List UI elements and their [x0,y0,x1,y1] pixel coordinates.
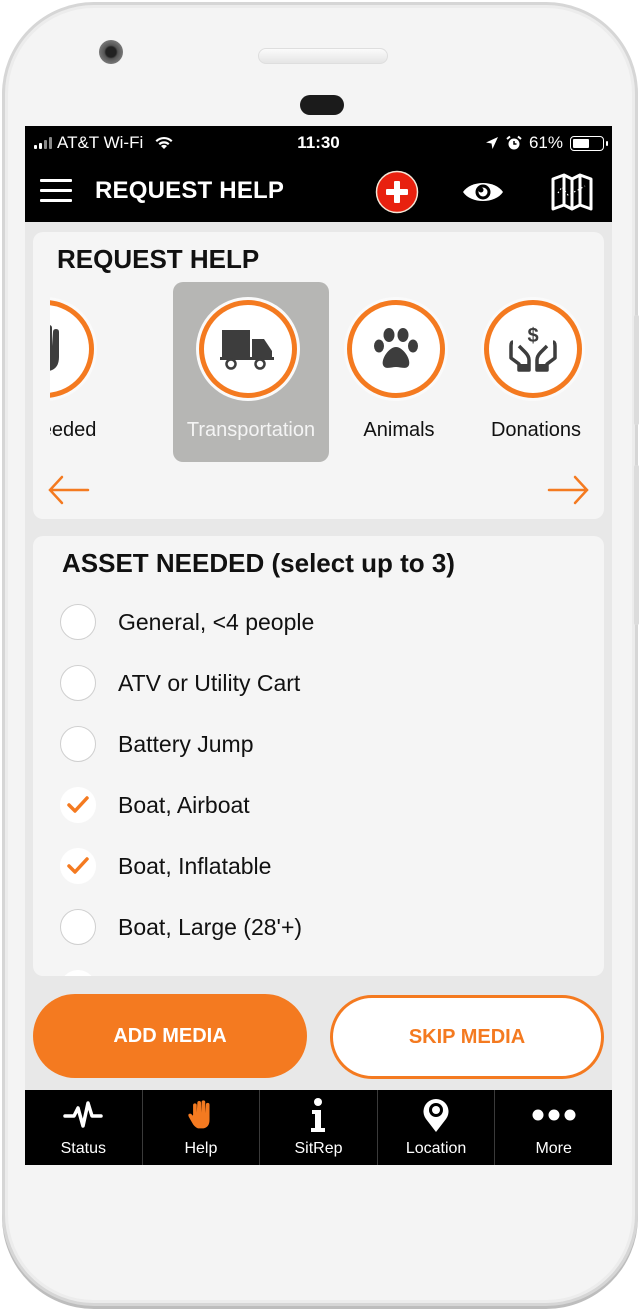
add-emergency-icon [375,170,419,214]
asset-option[interactable]: General, <4 people [60,598,580,648]
category-icon-circle [199,300,297,398]
tab-more[interactable]: More [495,1090,612,1165]
asset-option-label: Boat, Large (28'+) [118,914,303,940]
tab-label: More [535,1140,572,1157]
request-help-card: REQUEST HELP es Needed [33,232,604,519]
asset-option-label: ATV or Utility Cart [118,670,301,696]
asset-needed-heading: ASSET NEEDED (select up to 3) [62,548,455,578]
battery-percent: 61% [528,133,563,152]
arrow-right-icon [547,475,589,505]
asset-needed-card: ASSET NEEDED (select up to 3) General, <… [33,536,604,976]
side-button [634,465,639,625]
checkbox-unchecked[interactable] [60,604,96,640]
category-icon-circle [347,300,445,398]
proximity-sensor [300,95,344,115]
status-bar: AT&T Wi-Fi 11:30 61% [25,126,612,160]
nav-bar: REQUEST HELP [25,160,612,222]
category-icon-circle [50,300,94,398]
tab-label: Help [184,1140,218,1157]
skip-media-button[interactable]: SKIP MEDIA [330,995,604,1079]
eye-icon [463,183,503,201]
checkbox-unchecked[interactable] [60,665,96,701]
truck-icon [220,330,274,370]
arrow-left-icon [48,475,90,505]
asset-option[interactable]: ATV or Utility Cart [60,659,580,709]
category-label: es Needed [50,419,97,441]
category-label: Animals [363,419,435,441]
category-label: Donations [490,419,582,441]
checkbox-unchecked[interactable] [60,726,96,762]
category-animals[interactable]: Animals [321,282,477,462]
category-icon-circle: $ [484,300,582,398]
tab-label: SitRep [294,1140,343,1157]
asset-option-label: Battery Jump [118,731,254,757]
asset-option[interactable] [60,964,580,976]
tab-status[interactable]: Status [25,1090,143,1165]
checkmark-icon [67,857,89,874]
menu-icon[interactable] [40,179,72,203]
request-help-heading: REQUEST HELP [57,244,260,274]
category-transportation[interactable]: Transportation [173,282,329,462]
svg-text:$: $ [527,325,538,347]
checkmark-icon [67,796,89,813]
category-carousel[interactable]: es Needed Transportation [50,282,590,467]
alarm-icon [506,135,522,150]
location-arrow-icon [485,137,498,149]
asset-option-label: General, <4 people [118,609,315,635]
map-icon [551,173,593,211]
front-camera [99,40,123,64]
add-emergency-button[interactable] [374,170,420,214]
asset-option[interactable]: Boat, Airboat [60,781,580,831]
location-pin-icon [423,1099,449,1132]
category-supplies-needed[interactable]: es Needed [50,282,126,462]
app-screen: AT&T Wi-Fi 11:30 61% REQUEST HELP REQUES… [25,126,612,1165]
category-donations[interactable]: $ Donations [458,282,590,462]
side-button [634,315,639,425]
more-dots-icon [532,1109,576,1121]
tab-sitrep[interactable]: SitRep [260,1090,378,1165]
tab-help[interactable]: Help [143,1090,261,1165]
carousel-next-button[interactable] [545,474,591,506]
checkbox-checked[interactable] [60,970,96,976]
map-button[interactable] [549,172,595,212]
asset-option-label: Boat, Inflatable [118,853,272,879]
tab-location[interactable]: Location [378,1090,496,1165]
earpiece-speaker [258,48,388,64]
pulse-icon [63,1101,104,1128]
category-label: Transportation [186,419,316,441]
checkbox-checked[interactable] [60,848,96,884]
battery-icon [570,135,608,151]
asset-option[interactable]: Boat, Large (28'+) [60,903,580,953]
hand-icon [50,325,59,371]
add-media-button[interactable]: ADD MEDIA [33,994,307,1078]
hand-icon [188,1100,210,1129]
asset-option-label: Boat, Airboat [118,792,250,818]
checkbox-checked[interactable] [60,787,96,823]
donation-hands-icon: $ [509,325,557,372]
paw-icon [374,328,418,368]
tab-label: Status [60,1140,106,1157]
bottom-tab-bar: Status Help SitRep Location More [25,1090,612,1165]
watch-button[interactable] [460,172,506,212]
carousel-prev-button[interactable] [46,474,92,506]
page-title: REQUEST HELP [95,177,285,204]
info-icon [311,1098,326,1132]
tab-label: Location [405,1140,467,1157]
asset-option[interactable]: Boat, Inflatable [60,842,580,892]
asset-option[interactable]: Battery Jump [60,720,580,770]
checkbox-unchecked[interactable] [60,909,96,945]
